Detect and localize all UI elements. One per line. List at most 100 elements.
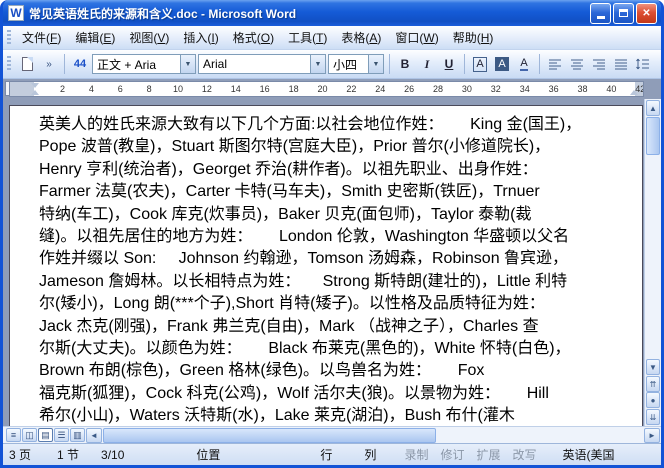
status-language-indicator[interactable]: 英语(美国: [563, 446, 615, 463]
ruler-number: 26: [404, 84, 415, 94]
document-text-line[interactable]: 缝)。以祖先居住的地方为姓： London 伦敦，Washington 华盛顿以…: [39, 226, 616, 248]
browse-next-button[interactable]: ⇊: [646, 409, 660, 425]
document-page[interactable]: 英美人的姓氏来源大致有以下几个方面:以社会地位作姓： King 金(国王)， Po…: [9, 105, 643, 426]
status-mode-toggle[interactable]: 修订: [440, 446, 464, 463]
align-center-button[interactable]: [567, 54, 587, 74]
status-line-label: 行: [320, 448, 333, 462]
web-layout-view-button[interactable]: ◫: [22, 428, 37, 442]
double-up-arrow-icon: ⇈: [649, 379, 657, 389]
print-layout-view-button[interactable]: ▤: [38, 428, 53, 442]
horizontal-ruler[interactable]: 24681012141618202224262830323436384042: [9, 81, 644, 97]
underline-button[interactable]: U: [439, 54, 459, 74]
ruler-number: 22: [346, 84, 357, 94]
document-text-line[interactable]: Henry 亨利(统治者)，Georget 乔治(耕作者)。以祖先职业、出身作姓…: [39, 159, 616, 181]
toolbar-options-button[interactable]: »: [39, 54, 59, 74]
align-right-button[interactable]: [589, 54, 609, 74]
chevron-down-icon: »: [46, 58, 52, 70]
character-border-icon: A: [473, 56, 487, 72]
view-buttons: ≡ ◫ ▤ ☰ ▥: [3, 428, 85, 442]
ruler-number: 34: [519, 84, 530, 94]
menu-item[interactable]: 插入(I): [176, 25, 225, 50]
vertical-scroll-thumb[interactable]: [646, 117, 660, 155]
ruler-row: L 24681012141618202224262830323436384042: [3, 79, 661, 99]
character-border-button[interactable]: A: [470, 54, 490, 74]
style-combobox[interactable]: 正文 + Aria ▼: [92, 54, 196, 74]
first-line-indent-marker[interactable]: [31, 83, 39, 88]
document-text-line[interactable]: 希尔(小山)，Waters 沃特斯(水)，Lake 莱克(湖泊)，Bush 布什…: [39, 405, 616, 426]
align-left-button[interactable]: [545, 54, 565, 74]
ruler-number: 2: [59, 84, 65, 94]
menu-item[interactable]: 窗口(W): [388, 25, 445, 50]
document-text-line[interactable]: 尔斯(大丈夫)。以颜色为姓： Black 布莱克(黑色的)，White 怀特(白…: [39, 338, 616, 360]
menu-item[interactable]: 文件(F): [15, 25, 68, 50]
style-dropdown-arrow-icon[interactable]: ▼: [180, 55, 195, 73]
document-text-line[interactable]: 特纳(车工)，Cook 库克(炊事员)，Baker 贝克(面包师)，Taylor…: [39, 204, 616, 226]
ruler-number: 12: [201, 84, 212, 94]
scroll-up-button[interactable]: ▲: [646, 100, 660, 116]
right-indent-marker[interactable]: [630, 90, 638, 95]
menu-item[interactable]: 编辑(E): [68, 25, 122, 50]
toolbar-grip[interactable]: [7, 56, 11, 72]
close-button[interactable]: ✕: [636, 2, 657, 24]
distribute-button[interactable]: [611, 54, 631, 74]
toolbar-separator: [539, 54, 540, 74]
double-down-arrow-icon: ⇊: [649, 412, 657, 422]
menu-item[interactable]: 工具(T): [281, 25, 334, 50]
menubar-grip[interactable]: [7, 29, 11, 46]
menu-item[interactable]: 格式(O): [226, 25, 281, 50]
styles-and-formatting-button[interactable]: 44: [70, 54, 90, 74]
status-mode-toggle[interactable]: 扩展: [476, 446, 500, 463]
font-combobox[interactable]: Arial ▼: [198, 54, 326, 74]
status-mode-toggle[interactable]: 录制: [404, 446, 428, 463]
document-text-line[interactable]: Pope 波普(教皇)，Stuart 斯图尔特(宫庭大臣)，Prior 普尔(小…: [39, 136, 616, 158]
title-bar[interactable]: W 常见英语姓氏的来源和含义.doc - Microsoft Word ✕: [3, 0, 661, 26]
arrow-down-icon: ▼: [649, 362, 657, 372]
minimize-button[interactable]: [590, 2, 611, 24]
document-text-line[interactable]: 尔(矮小)，Long 朗(***个子),Short 肖特(矮子)。以性格及品质特…: [39, 293, 616, 315]
character-scaling-button[interactable]: A: [514, 54, 534, 74]
document-text-line[interactable]: Farmer 法莫(农夫)，Carter 卡特(马车夫)，Smith 史密斯(铁…: [39, 181, 616, 203]
menu-item[interactable]: 视图(V): [122, 25, 176, 50]
ruler-number: 8: [146, 84, 152, 94]
vertical-scrollbar[interactable]: ▲ ▼ ⇈ ● ⇊: [644, 99, 661, 426]
styles-and-formatting-icon: 44: [73, 58, 87, 70]
word-window: W 常见英语姓氏的来源和含义.doc - Microsoft Word ✕ 文件…: [0, 0, 664, 468]
scroll-down-button[interactable]: ▼: [646, 359, 660, 375]
italic-button[interactable]: I: [417, 54, 437, 74]
font-size-dropdown-arrow-icon[interactable]: ▼: [368, 55, 383, 73]
normal-view-button[interactable]: ≡: [6, 428, 21, 442]
scroll-left-button[interactable]: ◄: [86, 427, 102, 443]
menu-item[interactable]: 表格(A): [334, 25, 388, 50]
ruler-number: 28: [433, 84, 444, 94]
window-title: 常见英语姓氏的来源和含义.doc - Microsoft Word: [29, 6, 297, 21]
line-spacing-button[interactable]: [633, 54, 653, 74]
scroll-right-button[interactable]: ►: [644, 427, 660, 443]
document-text-line[interactable]: Jameson 詹姆林。以长相特点为姓： Strong 斯特朗(建壮的)，Lit…: [39, 271, 616, 293]
document-text-line[interactable]: 作姓并缀以 Son: Johnson 约翰逊，Tomson 汤姆森，Robins…: [39, 248, 616, 270]
bold-button[interactable]: B: [395, 54, 415, 74]
document-text-line[interactable]: 福克斯(狐狸)，Cock 科克(公鸡)，Wolf 活尔夫(狼)。以景物为姓： H…: [39, 383, 616, 405]
browse-previous-button[interactable]: ⇈: [646, 376, 660, 392]
horizontal-scroll-thumb[interactable]: [103, 427, 436, 443]
select-browse-object-button[interactable]: ●: [646, 392, 660, 408]
ruler-number: 4: [88, 84, 94, 94]
font-size-combobox[interactable]: 小四 ▼: [328, 54, 384, 74]
arrow-left-icon: ◄: [90, 430, 98, 440]
ruler-number: 18: [288, 84, 299, 94]
document-text-line[interactable]: 英美人的姓氏来源大致有以下几个方面:以社会地位作姓： King 金(国王)，: [39, 114, 616, 136]
minimize-icon: [596, 16, 605, 19]
font-dropdown-arrow-icon[interactable]: ▼: [310, 55, 325, 73]
status-mode-toggle[interactable]: 改写: [512, 446, 536, 463]
document-text-line[interactable]: Brown 布朗(棕色)，Green 格林(绿色)。以鸟兽名为姓： Fox: [39, 360, 616, 382]
menu-item[interactable]: 帮助(H): [446, 25, 501, 50]
character-scaling-icon: A: [520, 57, 528, 71]
outline-view-button[interactable]: ☰: [54, 428, 69, 442]
new-document-button[interactable]: [17, 54, 37, 74]
horizontal-scrollbar[interactable]: ◄ ►: [86, 427, 660, 443]
character-shading-button[interactable]: A: [492, 54, 512, 74]
document-text-line[interactable]: Jack 杰克(刚强)，Frank 弗兰克(自由)，Mark （战神之子），Ch…: [39, 316, 616, 338]
browse-dot-icon: ●: [650, 395, 656, 405]
reading-view-button[interactable]: ▥: [70, 428, 85, 442]
restore-button[interactable]: [613, 2, 634, 24]
hanging-indent-marker[interactable]: [31, 90, 39, 95]
